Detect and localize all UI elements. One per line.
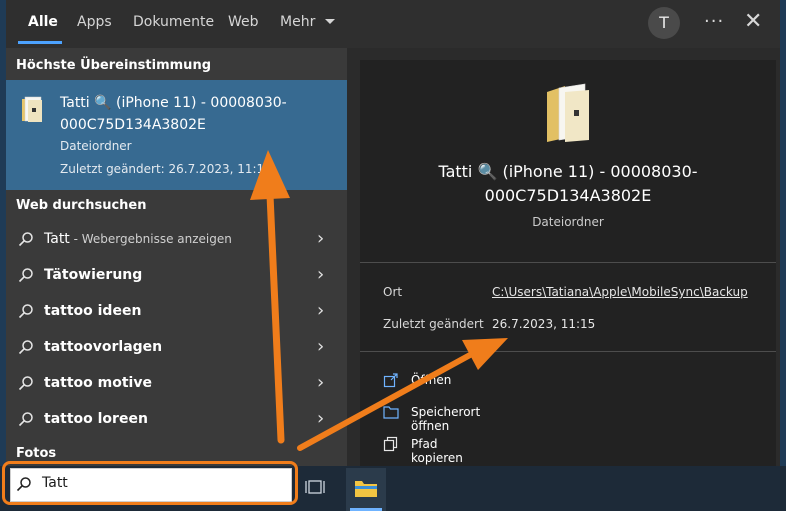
arrow-to-detail-date: [297, 338, 508, 451]
arrow-to-best-match: [250, 150, 290, 444]
annotation-arrows: [250, 150, 508, 451]
